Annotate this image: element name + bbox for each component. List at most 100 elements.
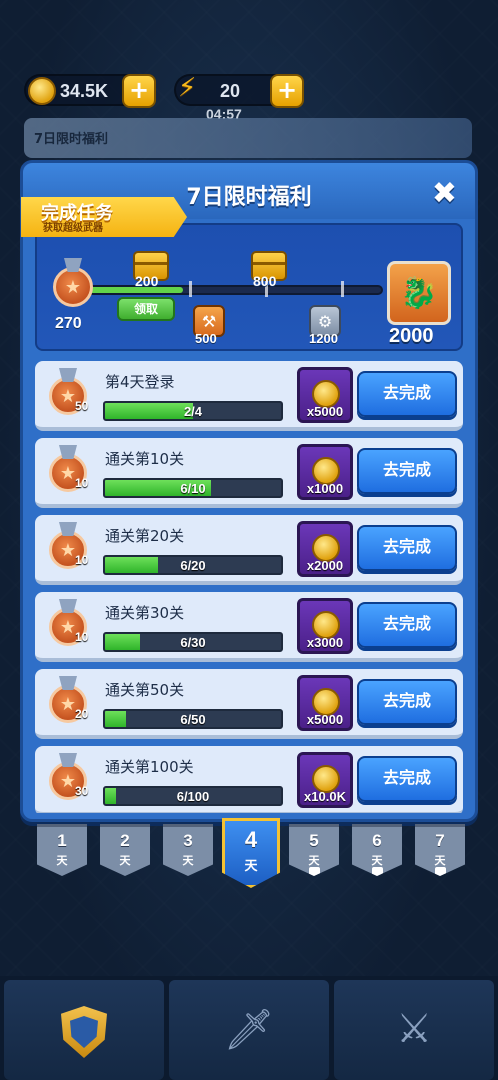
task-progress-text: 6/30: [180, 635, 206, 650]
sword-icon: 🗡: [223, 1007, 275, 1053]
ribbon-subtitle: 获取超级武器: [43, 223, 103, 234]
chest-threshold: 200: [135, 273, 159, 289]
task-name: 通关第20关: [105, 527, 185, 545]
item-threshold: 500: [195, 331, 217, 346]
go-complete-button[interactable]: 去完成: [357, 525, 457, 571]
day-unit: 天: [371, 854, 383, 867]
nav-tab-armory[interactable]: ⚔: [334, 980, 494, 1080]
locked-armory-icon: ⚔: [396, 1006, 432, 1052]
nav-tab-heroes[interactable]: [4, 980, 164, 1080]
task-progress-text: 6/100: [176, 789, 210, 804]
task-card: ★ 50 第4天登录 2/4 x5000 去完成: [35, 361, 463, 431]
task-medal-points: 50: [75, 399, 89, 413]
task-progress-bar: 6/30: [103, 632, 283, 652]
day-number: 3: [183, 831, 193, 850]
chest-threshold: 800: [253, 273, 277, 289]
go-complete-button[interactable]: 去完成: [357, 756, 457, 802]
day-number: 6: [372, 831, 382, 850]
task-progress-bar: 6/10: [103, 478, 283, 498]
task-name: 第4天登录: [105, 373, 175, 391]
go-complete-button[interactable]: 去完成: [357, 448, 457, 494]
go-complete-button[interactable]: 去完成: [357, 371, 457, 417]
coin-reward[interactable]: x1000: [297, 444, 353, 500]
task-card: ★ 10 通关第30关 6/30 x3000 去完成: [35, 592, 463, 662]
task-medal-points: 20: [75, 707, 89, 721]
task-progress-text: 6/50: [180, 712, 206, 727]
day-number: 5: [309, 831, 319, 850]
task-ribbon: 完成任务 获取超级武器: [21, 197, 187, 237]
claim-button[interactable]: 领取: [117, 297, 175, 321]
task-card: ★ 20 通关第50关 6/50 x5000 去完成: [35, 669, 463, 739]
event-banner[interactable]: 7日限时福利: [24, 118, 472, 158]
task-medal-points: 10: [75, 553, 89, 567]
task-progress-text: 6/10: [180, 481, 206, 496]
task-card: ★ 30 通关第100关 6/100 x10.0K 去完成: [35, 746, 463, 813]
coin-value: 34.5K: [60, 81, 109, 101]
coin-reward[interactable]: x3000: [297, 598, 353, 654]
event-banner-label: 7日限时福利: [34, 132, 109, 147]
add-energy-button[interactable]: +: [270, 74, 304, 108]
day-unit: 天: [56, 854, 68, 867]
task-card: ★ 10 通关第20关 6/20 x2000 去完成: [35, 515, 463, 585]
shield-inner: [70, 1016, 98, 1048]
shield-icon: [61, 1006, 107, 1058]
day-unit: 天: [434, 854, 446, 867]
coin-reward[interactable]: x5000: [297, 675, 353, 731]
task-medal-points: 10: [75, 476, 89, 490]
dragon-weapon-icon[interactable]: 🐉: [387, 261, 451, 325]
nav-tab-weapons[interactable]: 🗡: [169, 980, 329, 1080]
energy-counter: ⚡ 20 +: [174, 73, 304, 108]
progress-tick: [341, 281, 344, 297]
seven-day-dialog: 7日限时福利 ✖ ★ 270 200 800 领取 ⚒ 500 ⚙ 1200 🐉…: [20, 160, 478, 822]
progress-panel: ★ 270 200 800 领取 ⚒ 500 ⚙ 1200 🐉 2000: [35, 223, 463, 351]
task-list[interactable]: ★ 50 第4天登录 2/4 x5000 去完成 ★ 10 通关第10关 6/1…: [35, 361, 467, 813]
close-button[interactable]: ✖: [432, 179, 457, 209]
task-medal-points: 10: [75, 630, 89, 644]
task-progress-bar: 6/100: [103, 786, 283, 806]
task-progress-text: 6/20: [180, 558, 206, 573]
progress-track: [83, 285, 383, 295]
task-progress-bar: 6/20: [103, 555, 283, 575]
progress-tick: [189, 281, 192, 297]
task-card: ★ 10 通关第10关 6/10 x1000 去完成: [35, 438, 463, 508]
bottom-nav: 🗡 ⚔: [0, 976, 498, 1080]
day-number: 1: [57, 831, 67, 850]
reward-amount: x5000: [306, 404, 344, 419]
day-unit: 天: [308, 854, 320, 867]
reward-amount: x10.0K: [304, 789, 346, 804]
coin-reward[interactable]: x10.0K: [297, 752, 353, 808]
task-name: 通关第30关: [105, 604, 185, 622]
medal-icon: ★: [53, 267, 93, 307]
task-progress-bar: 6/50: [103, 709, 283, 729]
add-coins-button[interactable]: +: [122, 74, 156, 108]
task-name: 通关第10关: [105, 450, 185, 468]
item-threshold: 1200: [309, 331, 338, 346]
task-name: 通关第100关: [105, 758, 194, 776]
final-threshold: 2000: [389, 325, 434, 347]
day-unit: 天: [244, 859, 258, 874]
task-progress-bar: 2/4: [103, 401, 283, 421]
day-unit: 天: [182, 854, 194, 867]
task-progress-text: 2/4: [183, 404, 203, 419]
progress-track-fill: [85, 287, 183, 293]
day-number: 2: [120, 831, 130, 850]
coin-reward[interactable]: x5000: [297, 367, 353, 423]
coin-counter: 34.5K +: [24, 74, 156, 108]
top-resource-bar: 34.5K + ⚡ 20 + 04:57: [24, 72, 484, 122]
reward-amount: x5000: [306, 712, 344, 727]
medal-total: 270: [55, 315, 82, 332]
reward-amount: x2000: [306, 558, 344, 573]
task-name: 通关第50关: [105, 681, 185, 699]
day-number: 7: [435, 831, 445, 850]
coin-reward[interactable]: x2000: [297, 521, 353, 577]
go-complete-button[interactable]: 去完成: [357, 602, 457, 648]
lightning-icon: ⚡: [178, 73, 197, 103]
reward-amount: x3000: [306, 635, 344, 650]
reward-amount: x1000: [306, 481, 344, 496]
day-unit: 天: [119, 854, 131, 867]
day-number: 4: [244, 827, 258, 852]
go-complete-button[interactable]: 去完成: [357, 679, 457, 725]
coin-icon: [28, 77, 56, 105]
energy-value: 20: [220, 81, 241, 101]
task-medal-points: 30: [75, 784, 89, 798]
